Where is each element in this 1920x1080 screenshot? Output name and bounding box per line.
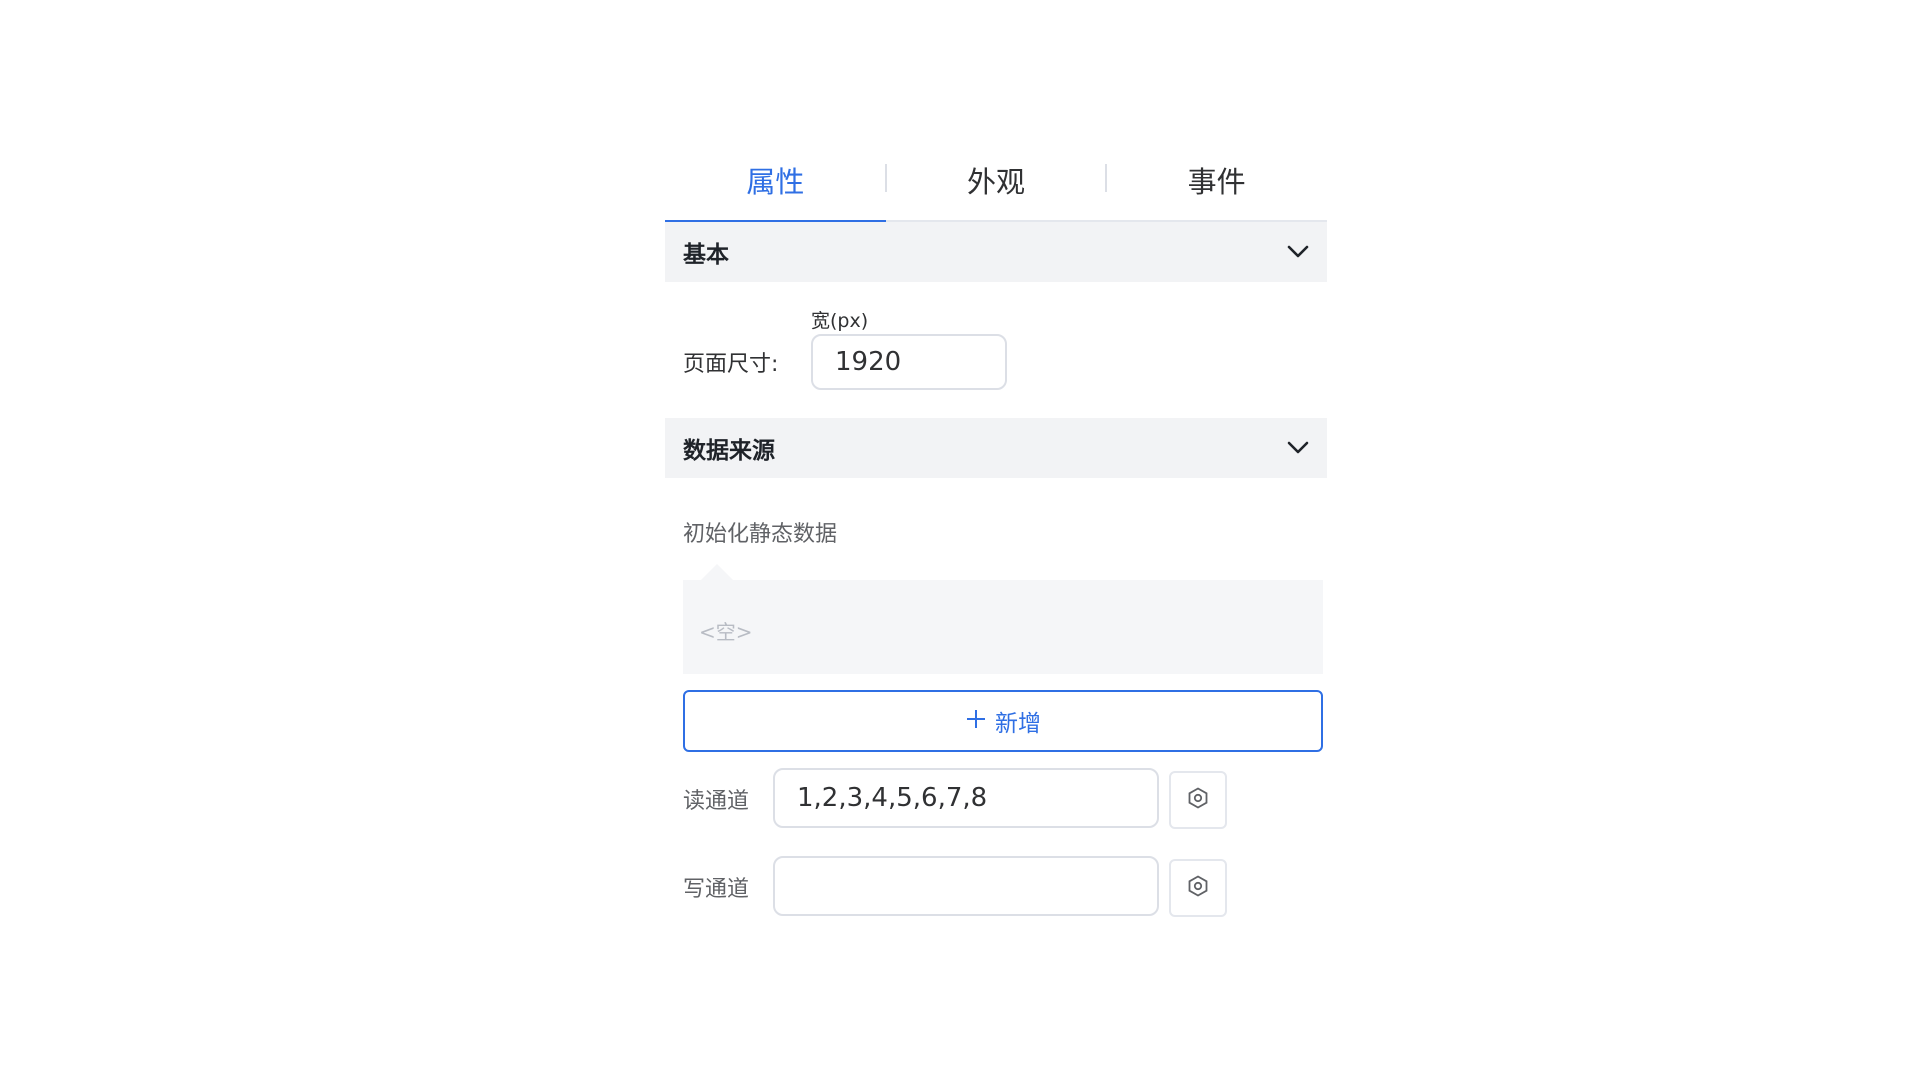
width-caption: 宽(px) (811, 310, 869, 332)
tab-events-label: 事件 (1187, 165, 1246, 199)
tab-appearance[interactable]: 外观 (886, 140, 1107, 220)
section-header-datasource[interactable]: 数据来源 (665, 418, 1327, 478)
section-header-basic[interactable]: 基本 (665, 222, 1327, 282)
add-button-label: 新增 (995, 711, 1041, 737)
write-channel-input[interactable] (773, 856, 1159, 916)
tab-events[interactable]: 事件 (1106, 140, 1327, 220)
property-panel: 属性 外观 事件 基本 宽(px) 页面尺寸: 数据来源 初始化静态数据 <空> (665, 140, 1327, 948)
read-channel-label: 读通道 (683, 789, 750, 814)
basic-section-body: 宽(px) 页面尺寸: (665, 282, 1327, 418)
page-size-label: 页面尺寸: (683, 352, 779, 377)
init-static-data-label: 初始化静态数据 (683, 522, 838, 547)
plus-icon (965, 707, 987, 735)
add-button[interactable]: 新增 (683, 690, 1323, 752)
chevron-down-icon[interactable] (1287, 241, 1309, 263)
settings-icon (1186, 874, 1210, 902)
tab-properties-label: 属性 (746, 165, 805, 199)
read-channel-settings-button[interactable] (1169, 771, 1227, 829)
settings-icon (1186, 786, 1210, 814)
chevron-down-icon[interactable] (1287, 437, 1309, 459)
tab-appearance-label: 外观 (967, 165, 1026, 199)
empty-placeholder: <空> (699, 620, 753, 644)
datasource-section-body: 初始化静态数据 <空> 新增 读通道 写通道 (665, 478, 1327, 948)
tab-divider (885, 164, 887, 192)
section-title-datasource: 数据来源 (683, 438, 775, 464)
write-channel-label: 写通道 (683, 877, 750, 902)
section-title-basic: 基本 (683, 242, 729, 268)
static-data-empty-box: <空> (683, 564, 1323, 674)
write-channel-settings-button[interactable] (1169, 859, 1227, 917)
read-channel-input[interactable] (773, 768, 1159, 828)
width-input[interactable] (811, 334, 1007, 390)
tab-bar: 属性 外观 事件 (665, 140, 1327, 222)
tab-properties[interactable]: 属性 (665, 140, 886, 222)
tab-divider (1105, 164, 1107, 192)
